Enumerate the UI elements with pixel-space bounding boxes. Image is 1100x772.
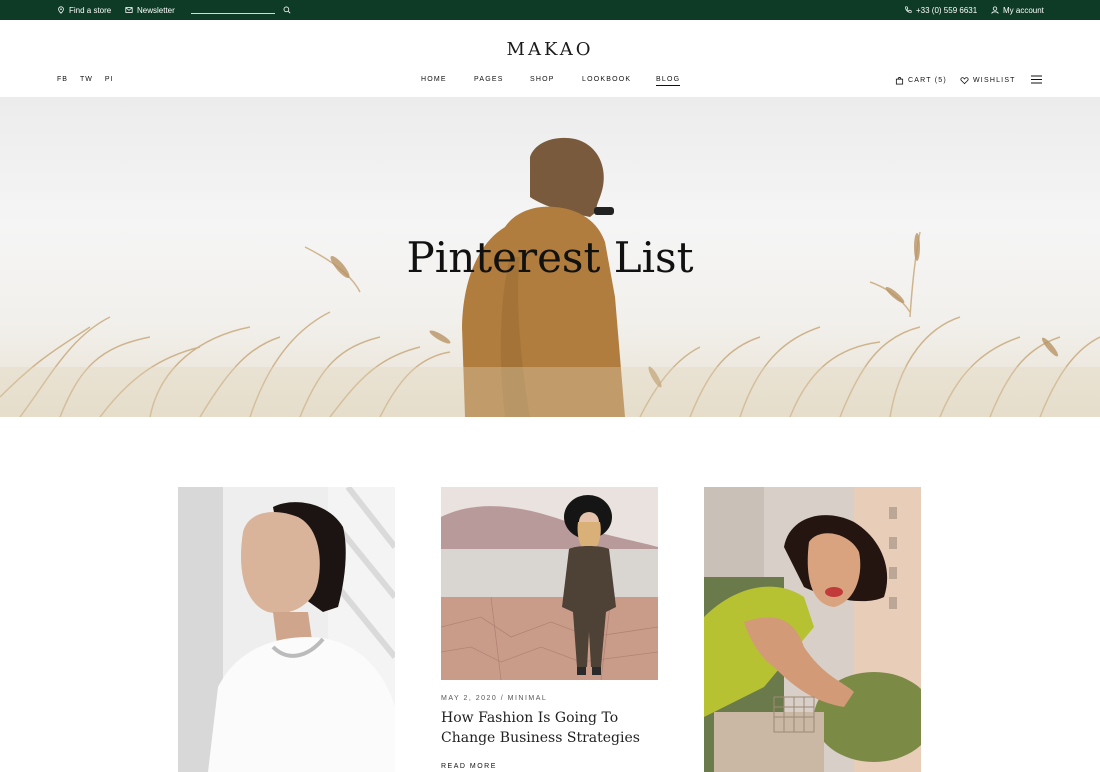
nav-item-home[interactable]: HOME bbox=[421, 76, 447, 83]
heart-icon bbox=[960, 76, 969, 84]
hamburger-icon[interactable] bbox=[1031, 75, 1042, 84]
phone-icon bbox=[905, 6, 912, 13]
site-logo[interactable]: MAKAO bbox=[0, 39, 1100, 60]
top-bar: Find a store Newsletter +33 (0) 559 6631… bbox=[0, 0, 1100, 20]
hero-banner: Pinterest List bbox=[0, 97, 1100, 417]
nav-item-shop[interactable]: SHOP bbox=[530, 76, 555, 83]
post-image-2[interactable] bbox=[441, 487, 658, 680]
post-card-3[interactable] bbox=[704, 487, 921, 772]
post-card-1[interactable] bbox=[178, 487, 395, 772]
cart-link[interactable]: CART (5) bbox=[895, 74, 947, 86]
user-icon bbox=[991, 6, 999, 14]
nav-item-pages[interactable]: PAGES bbox=[474, 76, 504, 83]
newsletter-link[interactable]: Newsletter bbox=[125, 0, 175, 20]
nav-item-blog[interactable]: BLOG bbox=[656, 76, 681, 86]
search-input[interactable] bbox=[191, 13, 275, 14]
social-link-tw[interactable]: TW bbox=[80, 76, 93, 83]
social-links: FB TW PI bbox=[57, 76, 113, 83]
find-store-label: Find a store bbox=[69, 5, 112, 15]
post-image-3[interactable] bbox=[704, 487, 921, 772]
read-more-link[interactable]: READ MORE bbox=[441, 763, 497, 770]
post-image-1[interactable] bbox=[178, 487, 395, 772]
phone-number: +33 (0) 559 6631 bbox=[916, 5, 978, 15]
post-meta: MAY 2, 2020 / MINIMAL bbox=[441, 695, 548, 702]
mail-icon bbox=[125, 7, 133, 13]
bag-icon bbox=[895, 76, 904, 85]
nav-item-lookbook[interactable]: LOOKBOOK bbox=[582, 76, 631, 83]
location-icon bbox=[58, 6, 64, 14]
post-title[interactable]: How Fashion Is Going To Change Business … bbox=[441, 708, 658, 748]
newsletter-label: Newsletter bbox=[137, 5, 175, 15]
find-store-link[interactable]: Find a store bbox=[57, 0, 111, 20]
cart-label: CART (5) bbox=[908, 76, 947, 84]
post-card-2-image[interactable] bbox=[441, 487, 658, 680]
account-label: My account bbox=[1003, 5, 1044, 15]
search-button[interactable] bbox=[283, 0, 291, 20]
search-icon bbox=[283, 6, 291, 14]
social-link-pi[interactable]: PI bbox=[105, 76, 114, 83]
wishlist-link[interactable]: WISHLIST bbox=[960, 74, 1016, 86]
phone-link[interactable]: +33 (0) 559 6631 bbox=[904, 0, 977, 20]
page-title: Pinterest List bbox=[406, 233, 694, 282]
social-link-fb[interactable]: FB bbox=[57, 76, 68, 83]
account-link[interactable]: My account bbox=[991, 0, 1044, 20]
wishlist-label: WISHLIST bbox=[973, 76, 1016, 84]
